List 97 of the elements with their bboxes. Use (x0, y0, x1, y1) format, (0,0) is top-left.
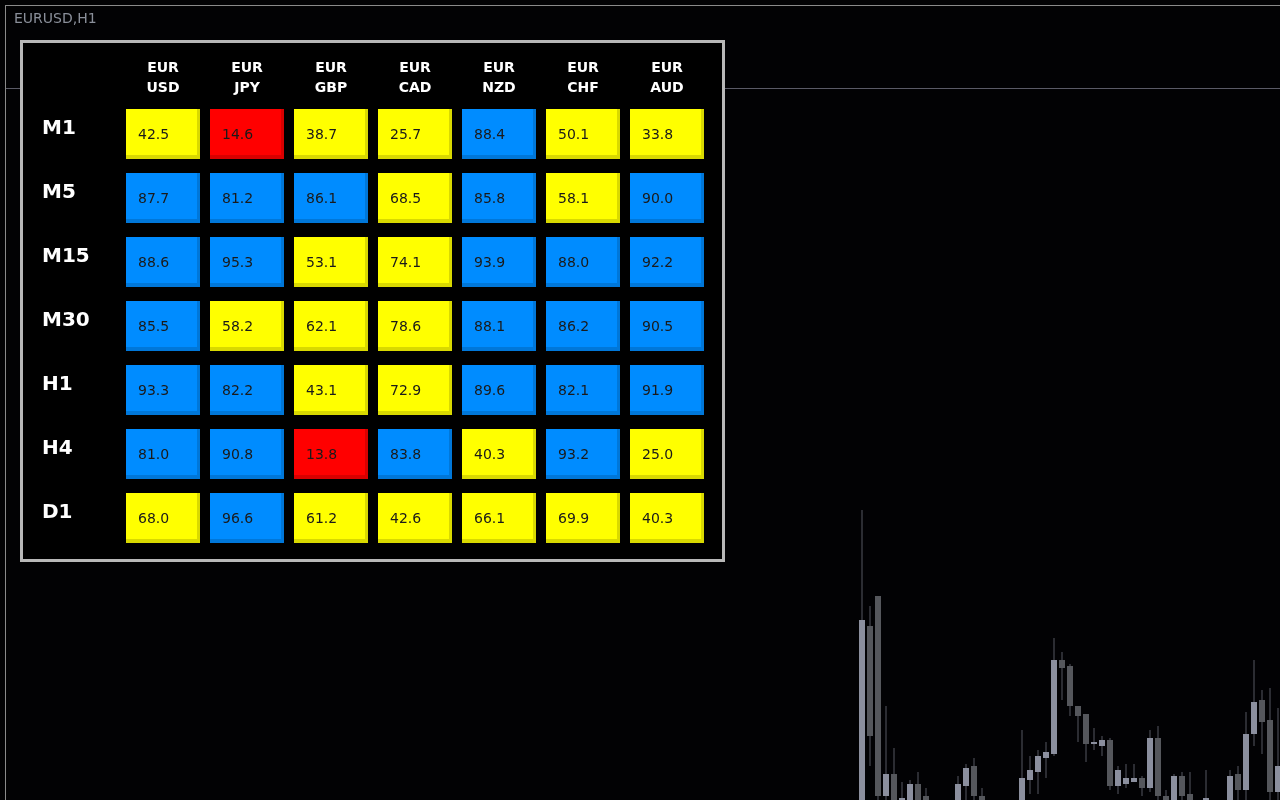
strength-cell: 66.1 (462, 493, 536, 543)
strength-cell: 33.8 (630, 109, 704, 159)
strength-cell: 82.2 (210, 365, 284, 415)
column-header: EUR USD (146, 58, 180, 97)
candlestick (1131, 763, 1137, 783)
strength-cell: 90.0 (630, 173, 704, 223)
candlestick (1043, 741, 1049, 779)
strength-cell: 74.1 (378, 237, 452, 287)
strength-cell: 87.7 (126, 173, 200, 223)
column-header: EUR CAD (398, 58, 432, 97)
strength-cell: 53.1 (294, 237, 368, 287)
strength-cell: 68.5 (378, 173, 452, 223)
candlestick (915, 771, 921, 800)
strength-cell: 50.1 (546, 109, 620, 159)
strength-cell: 42.5 (126, 109, 200, 159)
candlestick (955, 775, 961, 800)
candlestick (1203, 769, 1209, 800)
strength-cell: 88.6 (126, 237, 200, 287)
candlestick (1083, 713, 1089, 763)
column-header: EUR JPY (231, 58, 263, 97)
strength-cell: 42.6 (378, 493, 452, 543)
candlestick (1139, 775, 1145, 797)
strength-cell: 72.9 (378, 365, 452, 415)
candlestick (971, 757, 977, 800)
strength-cell: 90.8 (210, 429, 284, 479)
strength-cell: 95.3 (210, 237, 284, 287)
strength-cell: 40.3 (462, 429, 536, 479)
timeframe-label: M1 (42, 117, 76, 137)
strength-cell: 68.0 (126, 493, 200, 543)
strength-cell: 96.6 (210, 493, 284, 543)
timeframe-label: M30 (42, 309, 90, 329)
strength-cell: 90.5 (630, 301, 704, 351)
strength-cell: 58.1 (546, 173, 620, 223)
strength-cell: 93.9 (462, 237, 536, 287)
timeframe-label: M5 (42, 181, 76, 201)
strength-cell: 14.6 (210, 109, 284, 159)
strength-cell: 92.2 (630, 237, 704, 287)
candlestick (1179, 771, 1185, 800)
candlestick (963, 763, 969, 800)
strength-cell: 38.7 (294, 109, 368, 159)
column-header: EUR GBP (314, 58, 348, 97)
strength-cell: 62.1 (294, 301, 368, 351)
candlestick (1035, 749, 1041, 795)
candlestick (1163, 789, 1169, 800)
strength-cell: 40.3 (630, 493, 704, 543)
timeframe-label: H4 (42, 437, 73, 457)
strength-cell: 81.0 (126, 429, 200, 479)
column-header: EUR CHF (567, 58, 599, 97)
candlestick (1019, 729, 1025, 800)
candlestick (979, 787, 985, 800)
strength-cell: 13.8 (294, 429, 368, 479)
candlestick (1091, 727, 1097, 751)
strength-cell: 81.2 (210, 173, 284, 223)
strength-cell: 69.9 (546, 493, 620, 543)
candlestick (923, 787, 929, 800)
candlestick (1099, 735, 1105, 757)
candlestick (1027, 755, 1033, 795)
strength-cell: 88.4 (462, 109, 536, 159)
strength-cell: 88.0 (546, 237, 620, 287)
strength-cell: 93.2 (546, 429, 620, 479)
candlestick (1235, 765, 1241, 800)
strength-cell: 82.1 (546, 365, 620, 415)
strength-cell: 93.3 (126, 365, 200, 415)
candlestick (1259, 689, 1265, 755)
strength-cell: 61.2 (294, 493, 368, 543)
candlestick (1147, 729, 1153, 793)
candlestick (1227, 769, 1233, 800)
candlestick (1115, 765, 1121, 795)
candlestick (1171, 773, 1177, 800)
strength-cell: 91.9 (630, 365, 704, 415)
timeframe-label: H1 (42, 373, 73, 393)
strength-cell: 86.2 (546, 301, 620, 351)
candlestick (1107, 737, 1113, 791)
strength-cell: 83.8 (378, 429, 452, 479)
strength-cell: 85.8 (462, 173, 536, 223)
strength-cell: 25.0 (630, 429, 704, 479)
strength-cell: 43.1 (294, 365, 368, 415)
candlestick (1067, 663, 1073, 717)
chart-title: EURUSD,H1 (14, 11, 97, 25)
strength-cell: 86.1 (294, 173, 368, 223)
column-header: EUR NZD (482, 58, 516, 97)
candlestick (1075, 705, 1081, 743)
candlestick (899, 781, 905, 800)
strength-cell: 58.2 (210, 301, 284, 351)
candlestick (1187, 771, 1193, 800)
timeframe-label: M15 (42, 245, 90, 265)
candlestick (907, 779, 913, 800)
candlestick (891, 747, 897, 800)
strength-cell: 78.6 (378, 301, 452, 351)
candlestick (1123, 763, 1129, 789)
candlestick (1059, 651, 1065, 701)
timeframe-label: D1 (42, 501, 73, 521)
strength-cell: 88.1 (462, 301, 536, 351)
strength-cell: 89.6 (462, 365, 536, 415)
column-header: EUR AUD (650, 58, 684, 97)
strength-cell: 85.5 (126, 301, 200, 351)
strength-cell: 25.7 (378, 109, 452, 159)
